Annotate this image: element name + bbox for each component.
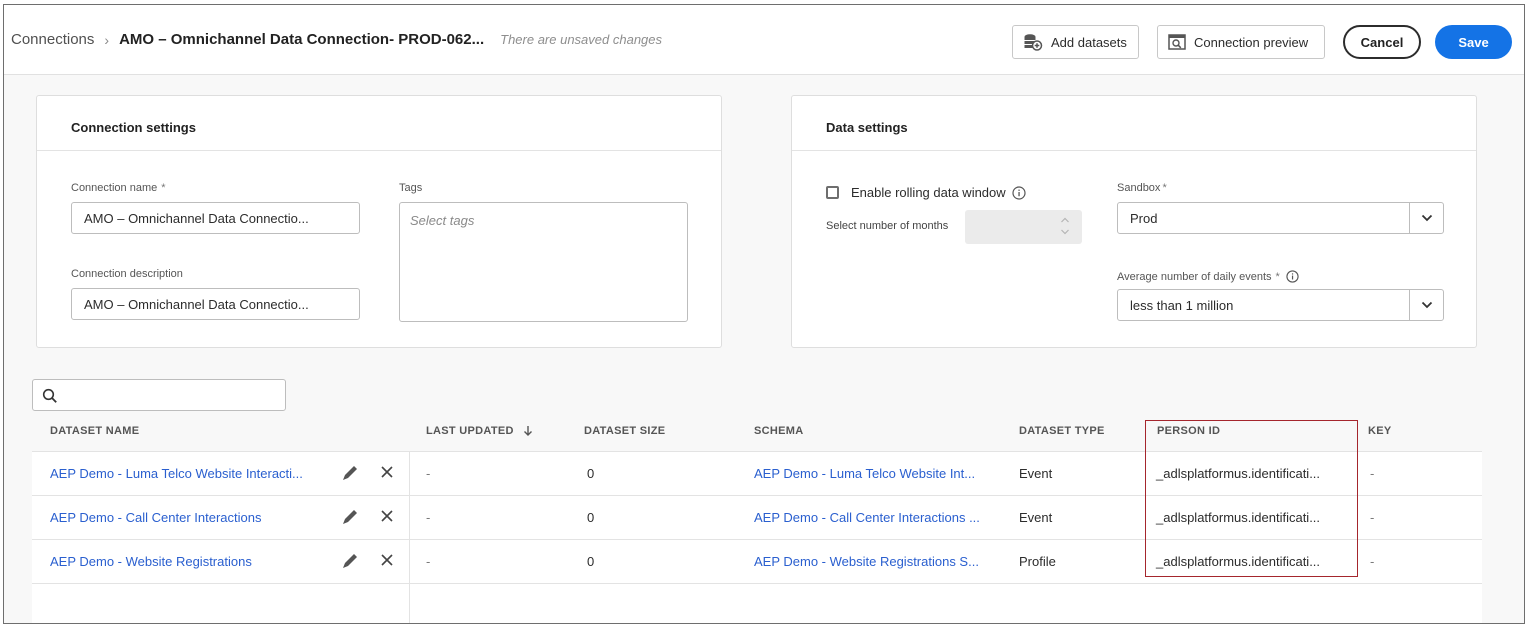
column-header-dataset-name[interactable]: DATASET NAME bbox=[50, 425, 139, 437]
daily-events-label: Average number of daily events * bbox=[1117, 270, 1299, 283]
table-row-empty bbox=[32, 583, 1482, 623]
data-settings-title: Data settings bbox=[826, 120, 908, 135]
last-updated-header-label: LAST UPDATED bbox=[426, 425, 514, 437]
remove-icon[interactable] bbox=[378, 551, 396, 574]
dataset-type-cell: Event bbox=[1019, 466, 1053, 481]
daily-events-value: less than 1 million bbox=[1130, 298, 1234, 313]
unsaved-changes-note: There are unsaved changes bbox=[500, 32, 663, 47]
rolling-window-checkbox[interactable] bbox=[826, 186, 839, 199]
data-settings-panel: Data settings Enable rolling data window… bbox=[791, 95, 1477, 348]
required-marker: * bbox=[1275, 270, 1280, 283]
daily-events-label-text: Average number of daily events bbox=[1117, 270, 1272, 283]
rolling-window-option: Enable rolling data window bbox=[826, 185, 1026, 200]
daily-events-select[interactable]: less than 1 million bbox=[1117, 289, 1444, 321]
column-header-dataset-size[interactable]: DATASET SIZE bbox=[584, 425, 665, 437]
connection-description-label: Connection description bbox=[71, 268, 183, 280]
panel-divider bbox=[792, 150, 1476, 151]
connection-name-field[interactable]: AMO – Omnichannel Data Connectio... bbox=[71, 202, 360, 234]
key-cell: - bbox=[1370, 466, 1375, 481]
edit-icon[interactable] bbox=[340, 551, 360, 576]
edit-icon[interactable] bbox=[340, 507, 360, 532]
connection-settings-title: Connection settings bbox=[71, 120, 196, 135]
schema-link[interactable]: AEP Demo - Call Center Interactions ... bbox=[754, 510, 980, 525]
info-icon[interactable] bbox=[1012, 185, 1026, 200]
add-datasets-label: Add datasets bbox=[1051, 34, 1127, 50]
app-window: Connections › AMO – Omnichannel Data Con… bbox=[3, 4, 1525, 624]
dataset-type-cell: Profile bbox=[1019, 554, 1056, 569]
chevron-down-icon bbox=[1061, 229, 1069, 235]
cancel-button[interactable]: Cancel bbox=[1343, 25, 1421, 59]
schema-link[interactable]: AEP Demo - Website Registrations S... bbox=[754, 554, 979, 569]
dataset-name-link[interactable]: AEP Demo - Luma Telco Website Interacti.… bbox=[50, 466, 303, 481]
column-header-schema[interactable]: SCHEMA bbox=[754, 425, 803, 437]
dataset-name-link[interactable]: AEP Demo - Call Center Interactions bbox=[50, 510, 261, 525]
dataset-type-cell: Event bbox=[1019, 510, 1053, 525]
chevron-up-icon bbox=[1061, 217, 1069, 223]
remove-icon[interactable] bbox=[378, 507, 396, 530]
last-updated-cell: - bbox=[426, 510, 431, 525]
dataset-size-cell: 0 bbox=[587, 510, 595, 525]
connection-preview-button[interactable]: Connection preview bbox=[1157, 25, 1325, 59]
tags-field[interactable]: Select tags bbox=[399, 202, 688, 322]
edit-icon[interactable] bbox=[340, 463, 360, 488]
key-cell: - bbox=[1370, 554, 1375, 569]
sort-descending-icon bbox=[523, 426, 532, 436]
info-icon[interactable] bbox=[1286, 270, 1299, 283]
breadcrumb: Connections › AMO – Omnichannel Data Con… bbox=[11, 31, 662, 48]
required-marker: * bbox=[161, 182, 166, 194]
breadcrumb-connections-link[interactable]: Connections bbox=[11, 31, 94, 48]
rolling-window-label: Enable rolling data window bbox=[851, 185, 1006, 200]
header-bar: Connections › AMO – Omnichannel Data Con… bbox=[4, 5, 1524, 75]
dataset-name-link[interactable]: AEP Demo - Website Registrations bbox=[50, 554, 252, 569]
tags-label: Tags bbox=[399, 182, 423, 194]
sandbox-select[interactable]: Prod bbox=[1117, 202, 1444, 234]
connection-description-field[interactable]: AMO – Omnichannel Data Connectio... bbox=[71, 288, 360, 320]
required-marker: * bbox=[1162, 182, 1167, 194]
last-updated-cell: - bbox=[426, 466, 431, 481]
column-header-dataset-type[interactable]: DATASET TYPE bbox=[1019, 425, 1105, 437]
connection-name-label-text: Connection name bbox=[71, 182, 158, 194]
connection-preview-label: Connection preview bbox=[1194, 34, 1309, 50]
add-datasets-button[interactable]: Add datasets bbox=[1012, 25, 1139, 59]
last-updated-cell: - bbox=[426, 554, 431, 569]
key-cell: - bbox=[1370, 510, 1375, 525]
dataset-size-cell: 0 bbox=[587, 554, 595, 569]
chevron-down-icon[interactable] bbox=[1409, 203, 1443, 233]
months-stepper bbox=[965, 210, 1082, 244]
months-label: Select number of months bbox=[826, 220, 949, 232]
sandbox-value: Prod bbox=[1130, 211, 1158, 226]
column-header-last-updated[interactable]: LAST UPDATED bbox=[426, 425, 534, 437]
save-button[interactable]: Save bbox=[1435, 25, 1512, 59]
search-icon bbox=[42, 388, 57, 403]
sandbox-label: Sandbox * bbox=[1117, 182, 1167, 194]
preview-icon bbox=[1168, 34, 1186, 50]
connection-settings-panel: Connection settings Connection name * AM… bbox=[36, 95, 722, 348]
add-dataset-icon bbox=[1024, 34, 1043, 51]
sandbox-label-text: Sandbox bbox=[1117, 182, 1161, 194]
dataset-search-input[interactable] bbox=[32, 379, 286, 411]
dataset-size-cell: 0 bbox=[587, 466, 595, 481]
schema-link[interactable]: AEP Demo - Luma Telco Website Int... bbox=[754, 466, 975, 481]
breadcrumb-separator: › bbox=[104, 31, 110, 48]
chevron-down-icon[interactable] bbox=[1409, 290, 1443, 320]
column-header-key[interactable]: KEY bbox=[1368, 425, 1392, 437]
remove-icon[interactable] bbox=[378, 463, 396, 486]
page-title: AMO – Omnichannel Data Connection- PROD-… bbox=[119, 31, 485, 48]
person-id-highlight-box bbox=[1145, 420, 1358, 577]
connection-name-label: Connection name * bbox=[71, 182, 166, 194]
panel-divider bbox=[37, 150, 721, 151]
